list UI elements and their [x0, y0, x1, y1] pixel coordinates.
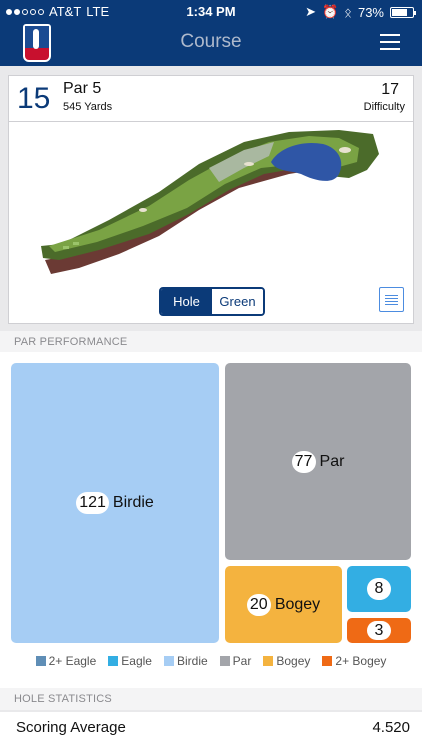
hole-number: 15: [17, 82, 51, 115]
hole-par: Par 5: [63, 80, 102, 97]
hole-statistics-header: HOLE STATISTICS: [0, 688, 422, 710]
bogey-label: Bogey: [274, 595, 321, 613]
page-title: Course: [180, 31, 242, 52]
stat-value: 4.520: [372, 719, 410, 736]
par-count: 77: [291, 450, 316, 473]
hole-card: 15 Par 5 545 Yards 17 Difficulty Hole Gr…: [8, 75, 414, 324]
view-toggle: Hole Green: [159, 287, 265, 316]
status-bar: AT&T LTE 1:34 PM ➤ ⏰ ᛟ 73%: [0, 0, 422, 22]
legend-item: Par: [219, 654, 251, 668]
eagle-count: 8: [367, 578, 391, 600]
double-bogey-tile[interactable]: 3: [347, 618, 411, 643]
stat-row-scoring-average[interactable]: Scoring Average 4.520: [0, 712, 422, 750]
stat-label: Scoring Average: [16, 719, 126, 736]
difficulty-label: Difficulty: [363, 101, 405, 113]
par-tile[interactable]: 77 Par: [225, 363, 411, 560]
menu-icon[interactable]: [380, 34, 400, 50]
battery-icon: [390, 6, 416, 18]
legend-item: 2+ Eagle: [35, 654, 96, 668]
app-header: AT&T LTE 1:34 PM ➤ ⏰ ᛟ 73% Course: [0, 0, 422, 66]
legend-item: Birdie: [163, 654, 208, 668]
legend-item: Bogey: [263, 654, 310, 668]
legend-item: Eagle: [108, 654, 152, 668]
list-view-icon[interactable]: [379, 287, 404, 312]
par-legend: 2+ Eagle Eagle Birdie Par Bogey 2+ Bogey: [0, 650, 422, 672]
birdie-label: Birdie: [112, 494, 154, 511]
battery-percent: 73%: [357, 4, 384, 20]
legend-item: 2+ Bogey: [322, 654, 386, 668]
par-performance-header: PAR PERFORMANCE: [0, 331, 422, 353]
status-right: ➤ ⏰ ᛟ 73%: [305, 4, 416, 20]
eagle-tile[interactable]: 8: [347, 566, 411, 612]
green-view-button[interactable]: Green: [212, 289, 263, 314]
hole-info: 15 Par 5 545 Yards 17 Difficulty: [9, 76, 413, 122]
birdie-tile[interactable]: 121 Birdie: [11, 363, 219, 643]
location-icon: ➤: [305, 4, 316, 19]
par-performance-treemap: 121 Birdie 77 Par 20 Bogey 8 3 2+ Eagle …: [0, 352, 422, 688]
hole-yards: 545 Yards: [63, 101, 113, 113]
double-bogey-count: 3: [367, 621, 391, 640]
par-label: Par: [319, 452, 345, 470]
bogey-tile[interactable]: 20 Bogey: [225, 566, 342, 643]
alarm-icon: ⏰: [321, 4, 339, 19]
difficulty-value: 17: [381, 81, 399, 98]
hole-map[interactable]: [39, 128, 385, 280]
bogey-count: 20: [246, 593, 271, 616]
hole-view-button[interactable]: Hole: [161, 289, 212, 314]
birdie-count: 121: [76, 492, 109, 514]
bluetooth-icon: ᛟ: [344, 4, 352, 20]
